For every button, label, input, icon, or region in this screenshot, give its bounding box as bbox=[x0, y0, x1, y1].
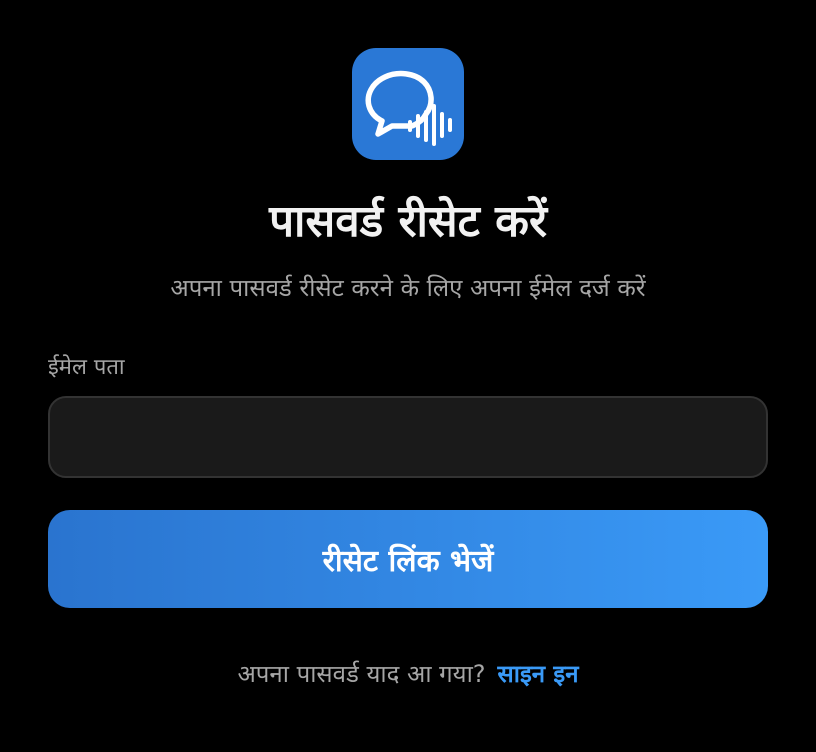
app-logo bbox=[352, 48, 464, 160]
chat-bubble-soundwave-icon bbox=[365, 70, 452, 146]
email-field[interactable] bbox=[48, 396, 768, 478]
send-reset-link-label: रीसेट लिंक भेजें bbox=[322, 543, 494, 579]
page-title: पासवर्ड रीसेट करें bbox=[269, 196, 547, 247]
send-reset-link-button[interactable]: रीसेट लिंक भेजें bbox=[48, 510, 768, 608]
email-label: ईमेल पता bbox=[48, 355, 125, 380]
page-subtitle: अपना पासवर्ड रीसेट करने के लिए अपना ईमेल… bbox=[170, 274, 646, 302]
reset-password-page: पासवर्ड रीसेट करें अपना पासवर्ड रीसेट कर… bbox=[0, 0, 816, 752]
signin-prompt: अपना पासवर्ड याद आ गया? साइन इन bbox=[0, 656, 816, 692]
remember-password-text: अपना पासवर्ड याद आ गया? bbox=[237, 660, 486, 688]
signin-link[interactable]: साइन इन bbox=[498, 660, 579, 688]
